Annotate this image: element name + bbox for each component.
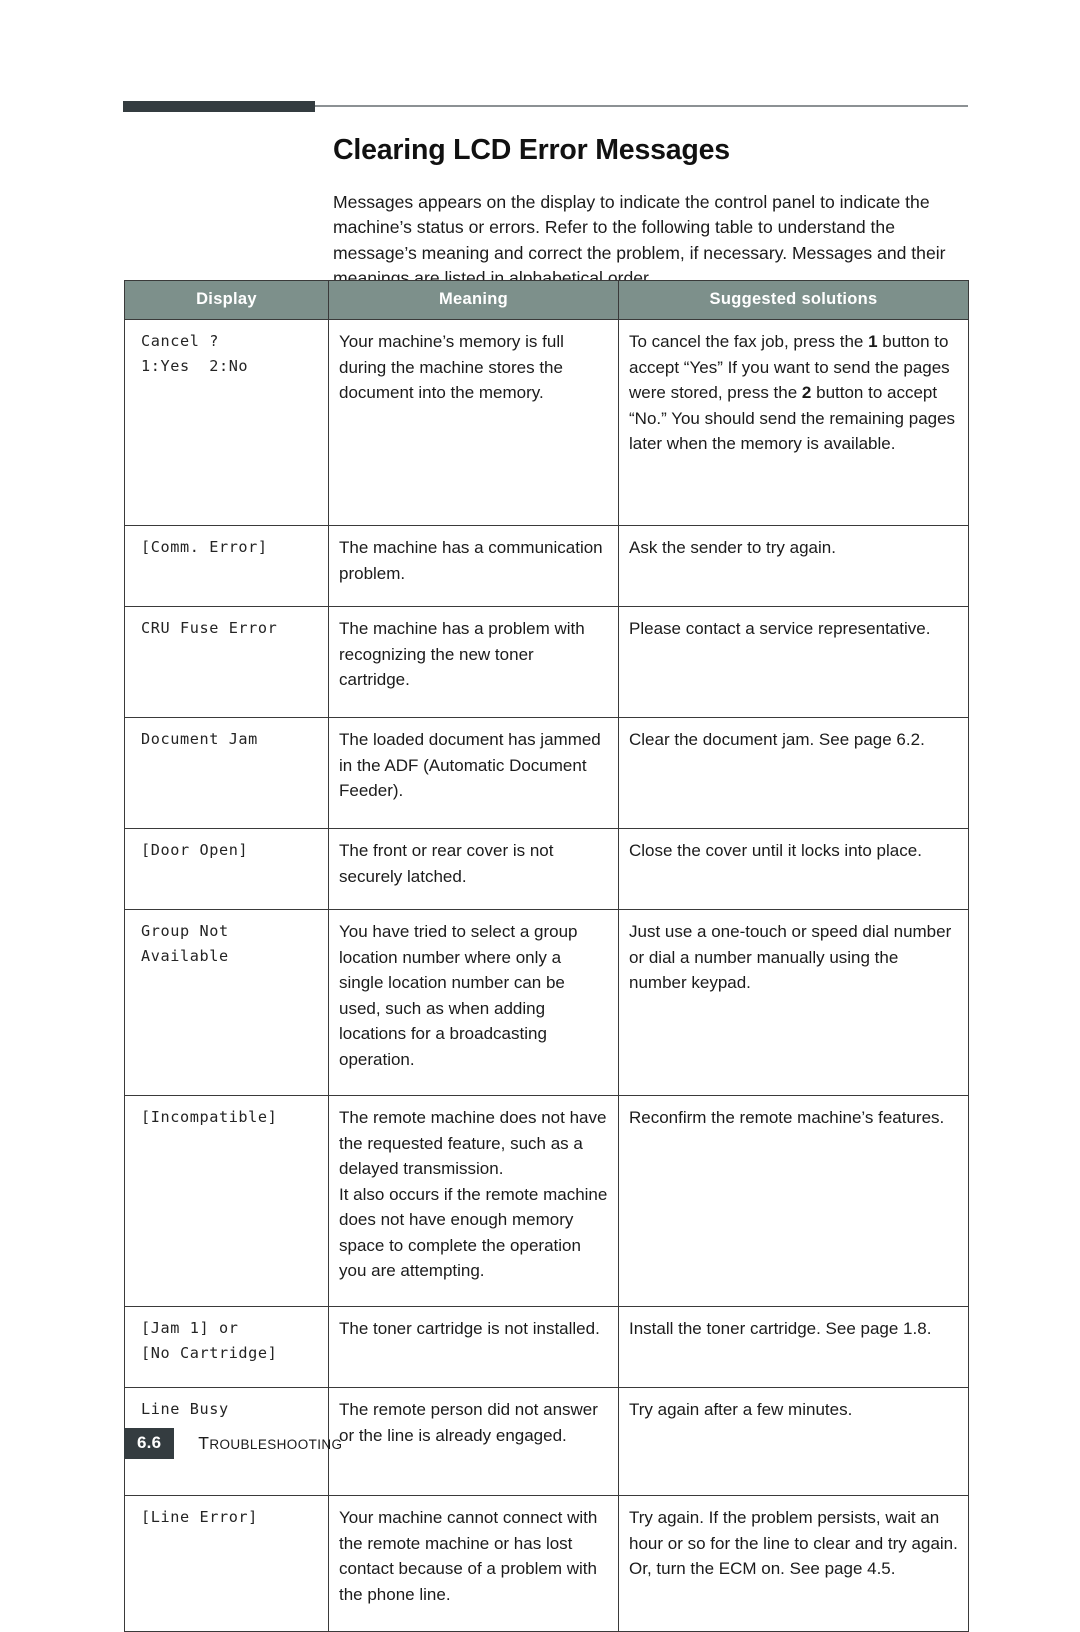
page-title: Clearing LCD Error Messages — [333, 134, 730, 167]
table-row: [Door Open] The front or rear cover is n… — [124, 828, 969, 910]
cell-display: Cancel ? 1:Yes 2:No — [124, 319, 329, 526]
cell-solution: Clear the document jam. See page 6.2. — [618, 717, 969, 829]
cell-display: [Comm. Error] — [124, 525, 329, 607]
cell-meaning: The machine has a communication problem. — [328, 525, 619, 607]
table-row: Cancel ? 1:Yes 2:No Your machine’s memor… — [124, 319, 969, 526]
table-row: [Comm. Error] The machine has a communic… — [124, 525, 969, 607]
intro-paragraph: Messages appears on the display to indic… — [333, 191, 946, 289]
cell-meaning: Your machine cannot connect with the rem… — [328, 1495, 619, 1632]
table-row: [Incompatible] The remote machine does n… — [124, 1095, 969, 1307]
footer-chapter-initial: T — [198, 1433, 210, 1453]
cell-display: Group Not Available — [124, 909, 329, 1096]
cell-display: [Line Error] — [124, 1495, 329, 1632]
cell-meaning: Your machine’s memory is full during the… — [328, 319, 619, 526]
cell-solution: Just use a one-touch or speed dial numbe… — [618, 909, 969, 1096]
table-row: Document Jam The loaded document has jam… — [124, 717, 969, 829]
cell-display: [Incompatible] — [124, 1095, 329, 1307]
table-row: [Line Error] Your machine cannot connect… — [124, 1495, 969, 1632]
cell-solution: To cancel the fax job, press the 1 butto… — [618, 319, 969, 526]
footer-chapter-label: TROUBLESHOOTING — [198, 1433, 342, 1454]
cell-solution: Try again. If the problem persists, wait… — [618, 1495, 969, 1632]
header-rule — [123, 101, 968, 112]
cell-meaning: The front or rear cover is not securely … — [328, 828, 619, 910]
cell-display: Document Jam — [124, 717, 329, 829]
cell-solution: Ask the sender to try again. — [618, 525, 969, 607]
table-header-row: Display Meaning Suggested solutions — [124, 280, 969, 320]
column-header-meaning: Meaning — [328, 280, 619, 320]
cell-display: [Jam 1] or [No Cartridge] — [124, 1306, 329, 1388]
cell-meaning: The machine has a problem with recognizi… — [328, 606, 619, 718]
cell-meaning: The remote machine does not have the req… — [328, 1095, 619, 1307]
cell-meaning: The toner cartridge is not installed. — [328, 1306, 619, 1388]
header-rule-line — [315, 105, 968, 107]
cell-display: CRU Fuse Error — [124, 606, 329, 718]
table-row: [Jam 1] or [No Cartridge] The toner cart… — [124, 1306, 969, 1388]
cell-meaning: The remote person did not answer or the … — [328, 1387, 619, 1496]
cell-solution: Close the cover until it locks into plac… — [618, 828, 969, 910]
cell-solution: Please contact a service representative. — [618, 606, 969, 718]
cell-solution: Install the toner cartridge. See page 1.… — [618, 1306, 969, 1388]
header-rule-bar — [123, 101, 315, 112]
table-row: CRU Fuse Error The machine has a problem… — [124, 606, 969, 718]
cell-solution: Try again after a few minutes. — [618, 1387, 969, 1496]
page-footer: 6.6 TROUBLESHOOTING — [124, 1428, 342, 1459]
footer-chapter-rest: ROUBLESHOOTING — [209, 1437, 343, 1452]
cell-meaning: You have tried to select a group locatio… — [328, 909, 619, 1096]
footer-page-number: 6.6 — [124, 1428, 175, 1459]
cell-solution: Reconfirm the remote machine’s features. — [618, 1095, 969, 1307]
column-header-display: Display — [124, 280, 329, 320]
cell-meaning: The loaded document has jammed in the AD… — [328, 717, 619, 829]
table-row: Group Not Available You have tried to se… — [124, 909, 969, 1096]
cell-display: [Door Open] — [124, 828, 329, 910]
column-header-solution: Suggested solutions — [618, 280, 969, 320]
